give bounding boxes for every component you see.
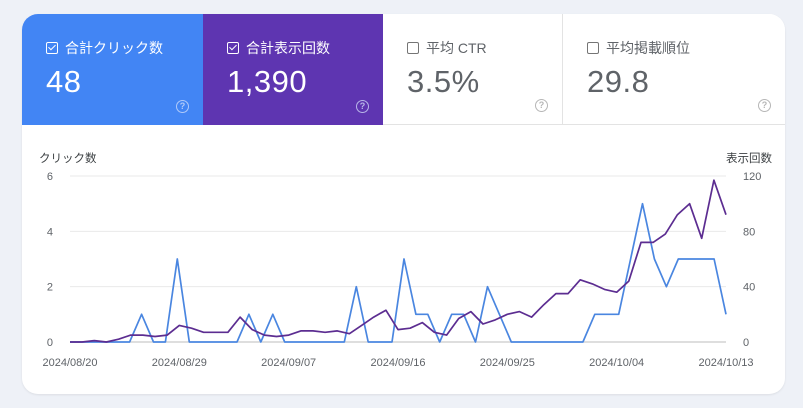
metric-value: 48: [46, 64, 82, 99]
metric-total-clicks[interactable]: 合計クリック数 48 ?: [22, 14, 203, 125]
metric-label: 平均 CTR: [426, 40, 487, 56]
performance-card: 合計クリック数 48 ? 合計表示回数 1,390 ? 平均 CTR 3.5% …: [22, 14, 785, 394]
checkbox-unchecked-icon[interactable]: [587, 42, 599, 54]
checkbox-unchecked-icon[interactable]: [407, 42, 419, 54]
left-tick-label: 2: [47, 282, 53, 294]
metric-label: 合計クリック数: [65, 40, 163, 56]
help-icon[interactable]: ?: [758, 99, 771, 112]
metric-average-ctr[interactable]: 平均 CTR 3.5% ?: [383, 14, 563, 125]
x-tick-label: 2024/10/13: [698, 357, 753, 369]
checkbox-checked-icon[interactable]: [227, 42, 239, 54]
performance-chart: クリック数 表示回数 6 120 4 80 2 40 0 0 2024/08/20 2024/08…: [22, 125, 785, 394]
metric-value: 29.8: [587, 64, 650, 99]
metric-value: 3.5%: [407, 64, 480, 99]
x-tick-label: 2024/09/16: [370, 357, 425, 369]
right-tick-label: 80: [743, 226, 755, 238]
right-tick-label: 0: [743, 337, 749, 349]
right-tick-label: 40: [743, 282, 755, 294]
clicks-series-line: [70, 202, 727, 343]
metric-total-impressions[interactable]: 合計表示回数 1,390 ?: [203, 14, 383, 125]
x-tick-label: 2024/09/25: [480, 357, 535, 369]
metric-cards: 合計クリック数 48 ? 合計表示回数 1,390 ? 平均 CTR 3.5% …: [22, 14, 785, 125]
metric-label: 平均掲載順位: [606, 40, 690, 56]
left-tick-label: 0: [47, 337, 53, 349]
x-tick-label: 2024/08/29: [152, 357, 207, 369]
metric-label: 合計表示回数: [246, 40, 330, 56]
x-tick-label: 2024/08/20: [42, 357, 97, 369]
checkbox-checked-icon[interactable]: [46, 42, 58, 54]
x-tick-label: 2024/10/04: [589, 357, 644, 369]
right-axis-title: 表示回数: [726, 153, 772, 165]
help-icon[interactable]: ?: [356, 100, 369, 113]
help-icon[interactable]: ?: [535, 99, 548, 112]
x-tick-label: 2024/09/07: [261, 357, 316, 369]
line-chart-svg: 6 120 4 80 2 40 0 0 2024/08/20 2024/08/29 2024/09/…: [42, 171, 761, 369]
metric-value: 1,390: [227, 64, 308, 99]
metric-average-position[interactable]: 平均掲載順位 29.8 ?: [563, 14, 785, 125]
left-tick-label: 6: [47, 171, 53, 183]
right-tick-label: 120: [743, 171, 761, 183]
left-tick-label: 4: [47, 226, 53, 238]
left-axis-title: クリック数: [39, 153, 97, 165]
help-icon[interactable]: ?: [176, 100, 189, 113]
